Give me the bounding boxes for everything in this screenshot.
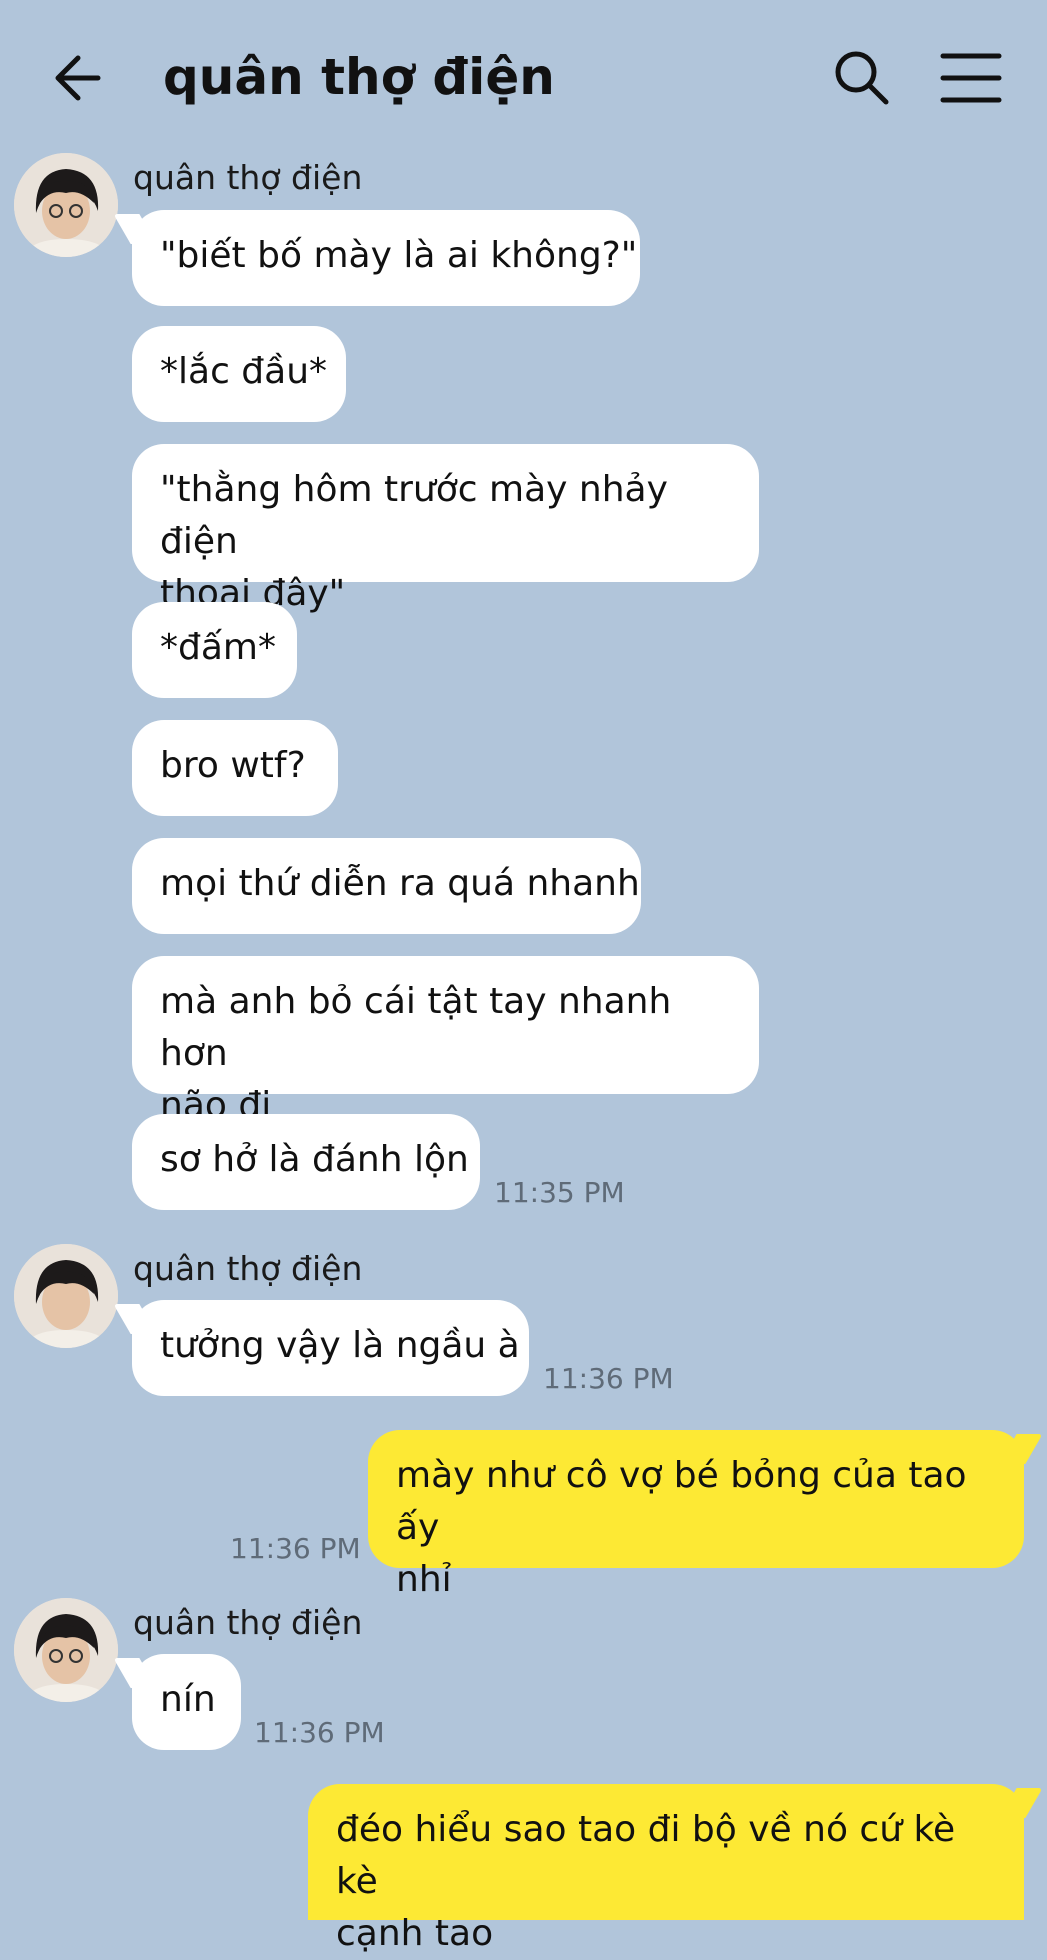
- search-button[interactable]: [832, 48, 892, 108]
- sender-name: quân thợ điện: [133, 1603, 363, 1642]
- message-timestamp: 11:36 PM: [230, 1532, 361, 1565]
- message-line: mà anh bỏ cái tật tay nhanh hơn: [160, 981, 672, 1074]
- sender-name: quân thợ điện: [133, 1249, 363, 1288]
- message-bubble[interactable]: mọi thứ diễn ra quá nhanh: [132, 838, 641, 934]
- message-bubble[interactable]: bro wtf?: [132, 720, 338, 816]
- message-bubble[interactable]: "biết bố mày là ai không?": [132, 210, 640, 306]
- message-line: "thằng hôm trước mày nhảy điện: [160, 469, 668, 562]
- arrow-left-icon: [55, 55, 101, 101]
- message-line: nhỉ: [396, 1559, 452, 1600]
- search-icon: [835, 51, 889, 105]
- sender-name: quân thợ điện: [133, 158, 363, 197]
- message-bubble[interactable]: mà anh bỏ cái tật tay nhanh hơn não đi: [132, 956, 759, 1126]
- message-timestamp: 11:36 PM: [254, 1716, 385, 1749]
- avatar[interactable]: [14, 1598, 118, 1702]
- avatar[interactable]: [14, 153, 118, 257]
- message-bubble[interactable]: "thằng hôm trước mày nhảy điện thoại đây…: [132, 444, 759, 614]
- message-timestamp: 11:35 PM: [494, 1176, 625, 1209]
- message-bubble[interactable]: nín: [132, 1654, 241, 1750]
- message-line: cạnh tao: [336, 1913, 494, 1954]
- message-bubble[interactable]: *lắc đầu*: [132, 326, 346, 422]
- profile-photo-icon: [14, 1598, 118, 1702]
- message-timestamp: 11:36 PM: [543, 1362, 674, 1395]
- profile-photo-icon: [14, 153, 118, 257]
- message-line: mày như cô vợ bé bỏng của tao ấy: [396, 1455, 967, 1548]
- back-button[interactable]: [50, 48, 110, 108]
- message-bubble-outgoing[interactable]: đéo hiểu sao tao đi bộ về nó cứ kè kè cạ…: [308, 1784, 1024, 1954]
- chat-title: quân thợ điện: [163, 48, 555, 106]
- message-bubble-outgoing[interactable]: mày như cô vợ bé bỏng của tao ấy nhỉ: [368, 1430, 1024, 1600]
- message-bubble[interactable]: sơ hở là đánh lộn: [132, 1114, 480, 1210]
- profile-photo-icon: [14, 1244, 118, 1348]
- chat-header: quân thợ điện: [0, 0, 1047, 150]
- hamburger-menu-icon: [940, 53, 1002, 103]
- message-bubble[interactable]: tưởng vậy là ngầu à: [132, 1300, 529, 1396]
- message-line: đéo hiểu sao tao đi bộ về nó cứ kè kè: [336, 1809, 956, 1902]
- message-bubble[interactable]: *đấm*: [132, 602, 297, 698]
- menu-button[interactable]: [940, 50, 1002, 106]
- avatar[interactable]: [14, 1244, 118, 1348]
